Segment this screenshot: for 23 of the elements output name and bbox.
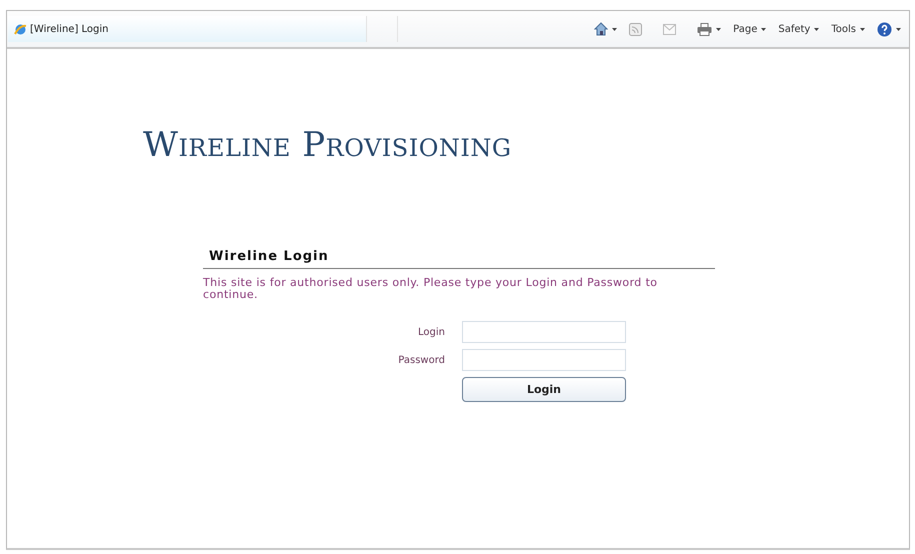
help-button[interactable] (877, 22, 901, 36)
tab-title: [Wireline] Login (30, 24, 108, 34)
new-tab-button[interactable] (366, 16, 398, 42)
envelope-icon (663, 24, 676, 34)
field-label: Login (418, 326, 445, 338)
home-icon (594, 22, 608, 36)
input-field[interactable] (462, 321, 626, 343)
input-field[interactable] (462, 349, 626, 371)
menu-button[interactable]: Safety (778, 24, 820, 34)
browser-logo-icon (14, 22, 27, 36)
menu-button[interactable]: Tools (831, 24, 865, 34)
feeds-icon (629, 22, 642, 36)
field-label: Password (398, 354, 445, 366)
print-button[interactable] (697, 22, 722, 36)
help-icon (877, 22, 892, 36)
page-title: Wireline Provisioning (143, 125, 513, 165)
notice-text: This site is for authorised users only. Please type your Login and Password to continue. (203, 277, 658, 301)
printer-icon (697, 22, 712, 36)
menu-button[interactable]: Page (733, 24, 766, 34)
home-button[interactable] (594, 22, 618, 36)
browser-tab[interactable]: [Wireline] Login (8, 16, 366, 42)
login-button[interactable]: Login (462, 377, 626, 402)
login-heading: Wireline Login (209, 249, 330, 264)
